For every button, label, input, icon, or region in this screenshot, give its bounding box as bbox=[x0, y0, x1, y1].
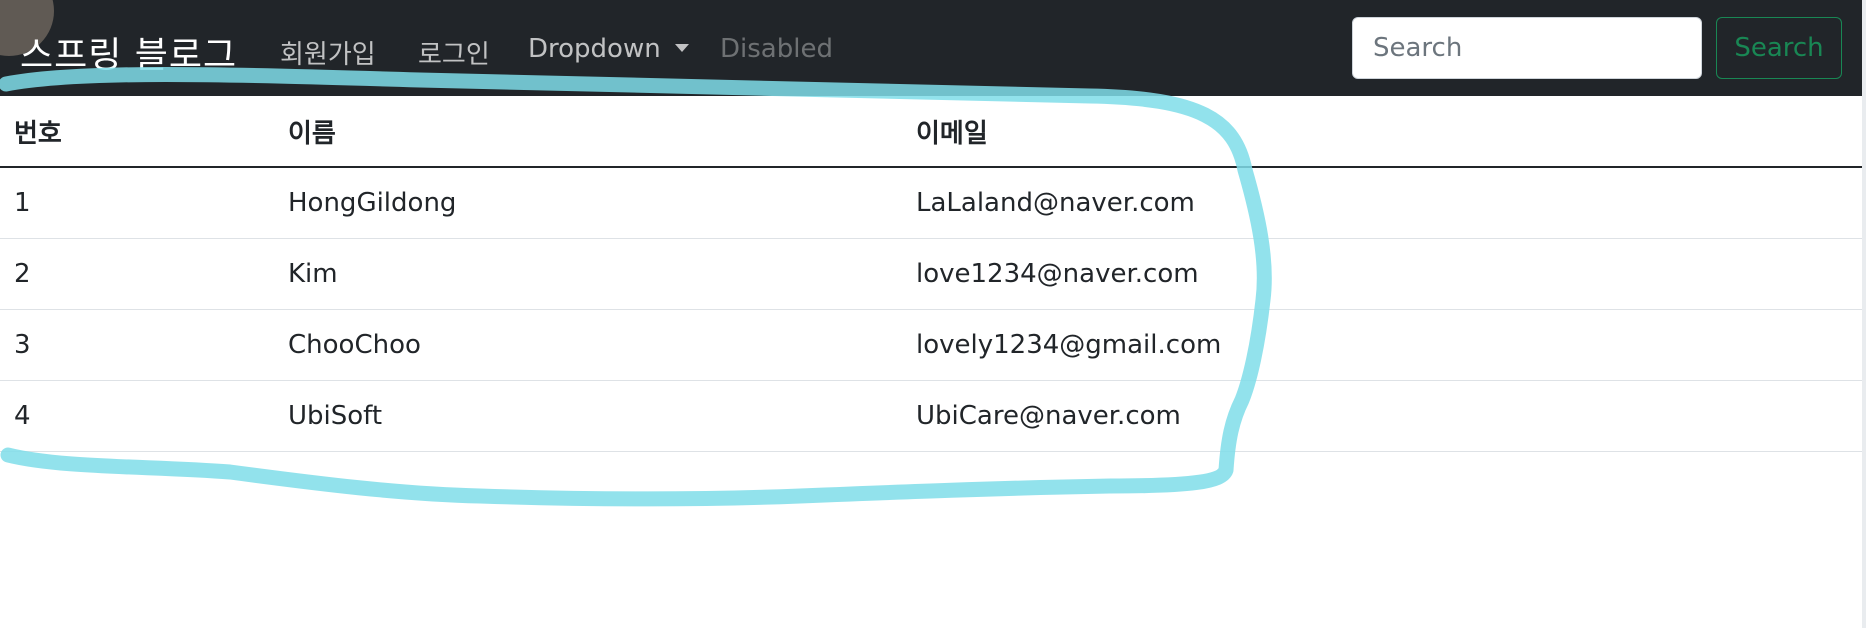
cell-name: UbiSoft bbox=[274, 380, 902, 452]
cell-email: UbiCare@naver.com bbox=[902, 380, 1862, 452]
cell-name: Kim bbox=[274, 238, 902, 310]
table-row: 4 UbiSoft UbiCare@naver.com bbox=[0, 380, 1862, 452]
page: 스프링 블로그 회원가입 로그인 Dropdown Disabled Searc… bbox=[0, 0, 1866, 628]
search-input[interactable] bbox=[1352, 17, 1702, 79]
brand-link[interactable]: 스프링 블로그 bbox=[20, 26, 237, 78]
column-header-id: 번호 bbox=[0, 96, 274, 168]
cell-name: ChooChoo bbox=[274, 309, 902, 381]
cell-id: 3 bbox=[0, 309, 274, 381]
cell-email: love1234@naver.com bbox=[902, 238, 1862, 310]
nav-link-signup[interactable]: 회원가입 bbox=[280, 34, 376, 71]
users-table: 번호 이름 이메일 1 HongGildong LaLaland@naver.c… bbox=[0, 96, 1862, 452]
column-header-name: 이름 bbox=[274, 96, 902, 168]
cell-id: 1 bbox=[0, 167, 274, 239]
cell-email: LaLaland@naver.com bbox=[902, 167, 1862, 239]
table-row: 1 HongGildong LaLaland@naver.com bbox=[0, 167, 1862, 239]
cell-id: 2 bbox=[0, 238, 274, 310]
top-navbar: 스프링 블로그 회원가입 로그인 Dropdown Disabled Searc… bbox=[0, 0, 1866, 96]
cell-name: HongGildong bbox=[274, 167, 902, 239]
nav-link-login[interactable]: 로그인 bbox=[418, 34, 490, 71]
cell-id: 4 bbox=[0, 380, 274, 452]
table-header-row: 번호 이름 이메일 bbox=[0, 96, 1862, 168]
search-button[interactable]: Search bbox=[1716, 17, 1842, 79]
window-scrollbar[interactable] bbox=[1862, 0, 1866, 628]
table-row: 2 Kim love1234@naver.com bbox=[0, 238, 1862, 310]
column-header-email: 이메일 bbox=[902, 96, 1862, 168]
dropdown-label: Dropdown bbox=[528, 34, 661, 64]
cell-email: lovely1234@gmail.com bbox=[902, 309, 1862, 381]
table-row: 3 ChooChoo lovely1234@gmail.com bbox=[0, 309, 1862, 381]
caret-down-icon bbox=[674, 44, 689, 52]
nav-dropdown-toggle[interactable]: Dropdown bbox=[528, 34, 689, 64]
nav-link-disabled: Disabled bbox=[720, 34, 833, 64]
